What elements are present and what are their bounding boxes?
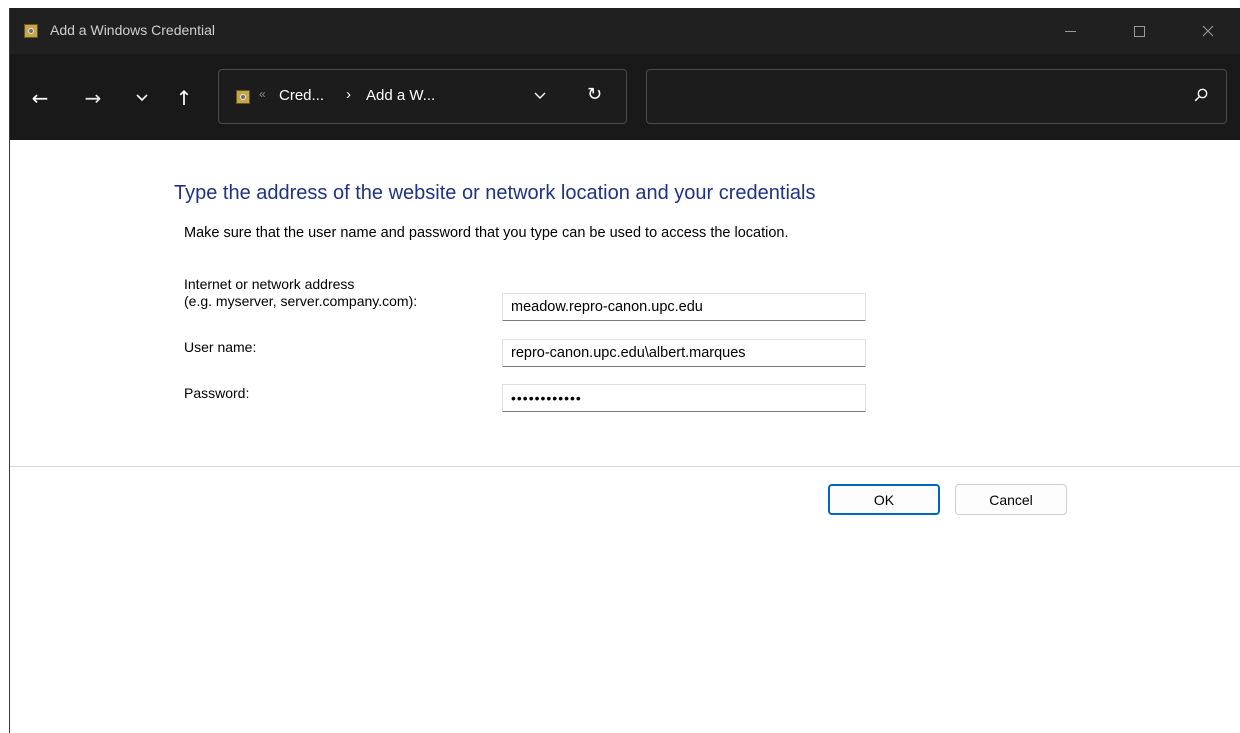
content-area: Type the address of the website or netwo… [10, 140, 1240, 733]
address-label-line2: (e.g. myserver, server.company.com): [184, 293, 418, 309]
address-label-line1: Internet or network address [184, 276, 355, 292]
page-description: Make sure that the user name and passwor… [184, 225, 789, 241]
window-title: Add a Windows Credential [50, 22, 215, 38]
title-bar[interactable]: Add a Windows Credential [10, 8, 1240, 54]
cancel-button[interactable]: Cancel [955, 484, 1067, 515]
search-icon[interactable] [1194, 88, 1208, 102]
search-box[interactable] [646, 69, 1227, 124]
address-bar[interactable]: « Cred... › Add a W... ↻ [218, 69, 627, 124]
maximize-icon [1133, 25, 1145, 37]
close-button[interactable] [1185, 8, 1231, 54]
maximize-button[interactable] [1116, 8, 1162, 54]
password-input[interactable] [502, 384, 866, 412]
network-address-input[interactable] [502, 293, 866, 321]
up-button[interactable]: ↑ [171, 84, 197, 112]
address-dropdown-button[interactable] [534, 89, 546, 103]
refresh-button[interactable]: ↻ [587, 84, 602, 105]
credential-manager-icon [24, 24, 38, 38]
navigation-bar: ← → ↑ « Cred... › Add a W... ↻ [10, 54, 1240, 140]
username-label: User name: [184, 339, 257, 355]
breadcrumb-overflow-icon[interactable]: « [259, 87, 266, 101]
breadcrumb-credential-manager[interactable]: Cred... [279, 87, 324, 104]
forward-button[interactable]: → [80, 84, 106, 112]
username-input[interactable] [502, 339, 866, 367]
minimize-button[interactable] [1047, 8, 1093, 54]
close-icon [1202, 25, 1214, 37]
refresh-icon: ↻ [587, 84, 603, 105]
footer-divider [10, 466, 1240, 467]
up-arrow-icon: ↑ [175, 86, 193, 110]
password-label: Password: [184, 385, 250, 401]
credential-manager-icon [236, 90, 250, 104]
credential-window: Add a Windows Credential ← → ↑ « Cred...… [9, 8, 1240, 733]
minimize-icon [1064, 30, 1076, 32]
recent-locations-button[interactable] [129, 84, 155, 112]
address-label: Internet or network address (e.g. myserv… [184, 276, 417, 310]
breadcrumb-separator-icon[interactable]: › [346, 86, 351, 103]
back-button[interactable]: ← [27, 84, 53, 112]
page-heading: Type the address of the website or netwo… [174, 182, 816, 204]
ok-button[interactable]: OK [828, 484, 940, 515]
breadcrumb-add-credential[interactable]: Add a W... [366, 87, 435, 104]
back-arrow-icon: ← [31, 86, 49, 110]
chevron-down-icon [136, 94, 148, 102]
chevron-down-icon [534, 92, 546, 99]
forward-arrow-icon: → [84, 86, 102, 110]
